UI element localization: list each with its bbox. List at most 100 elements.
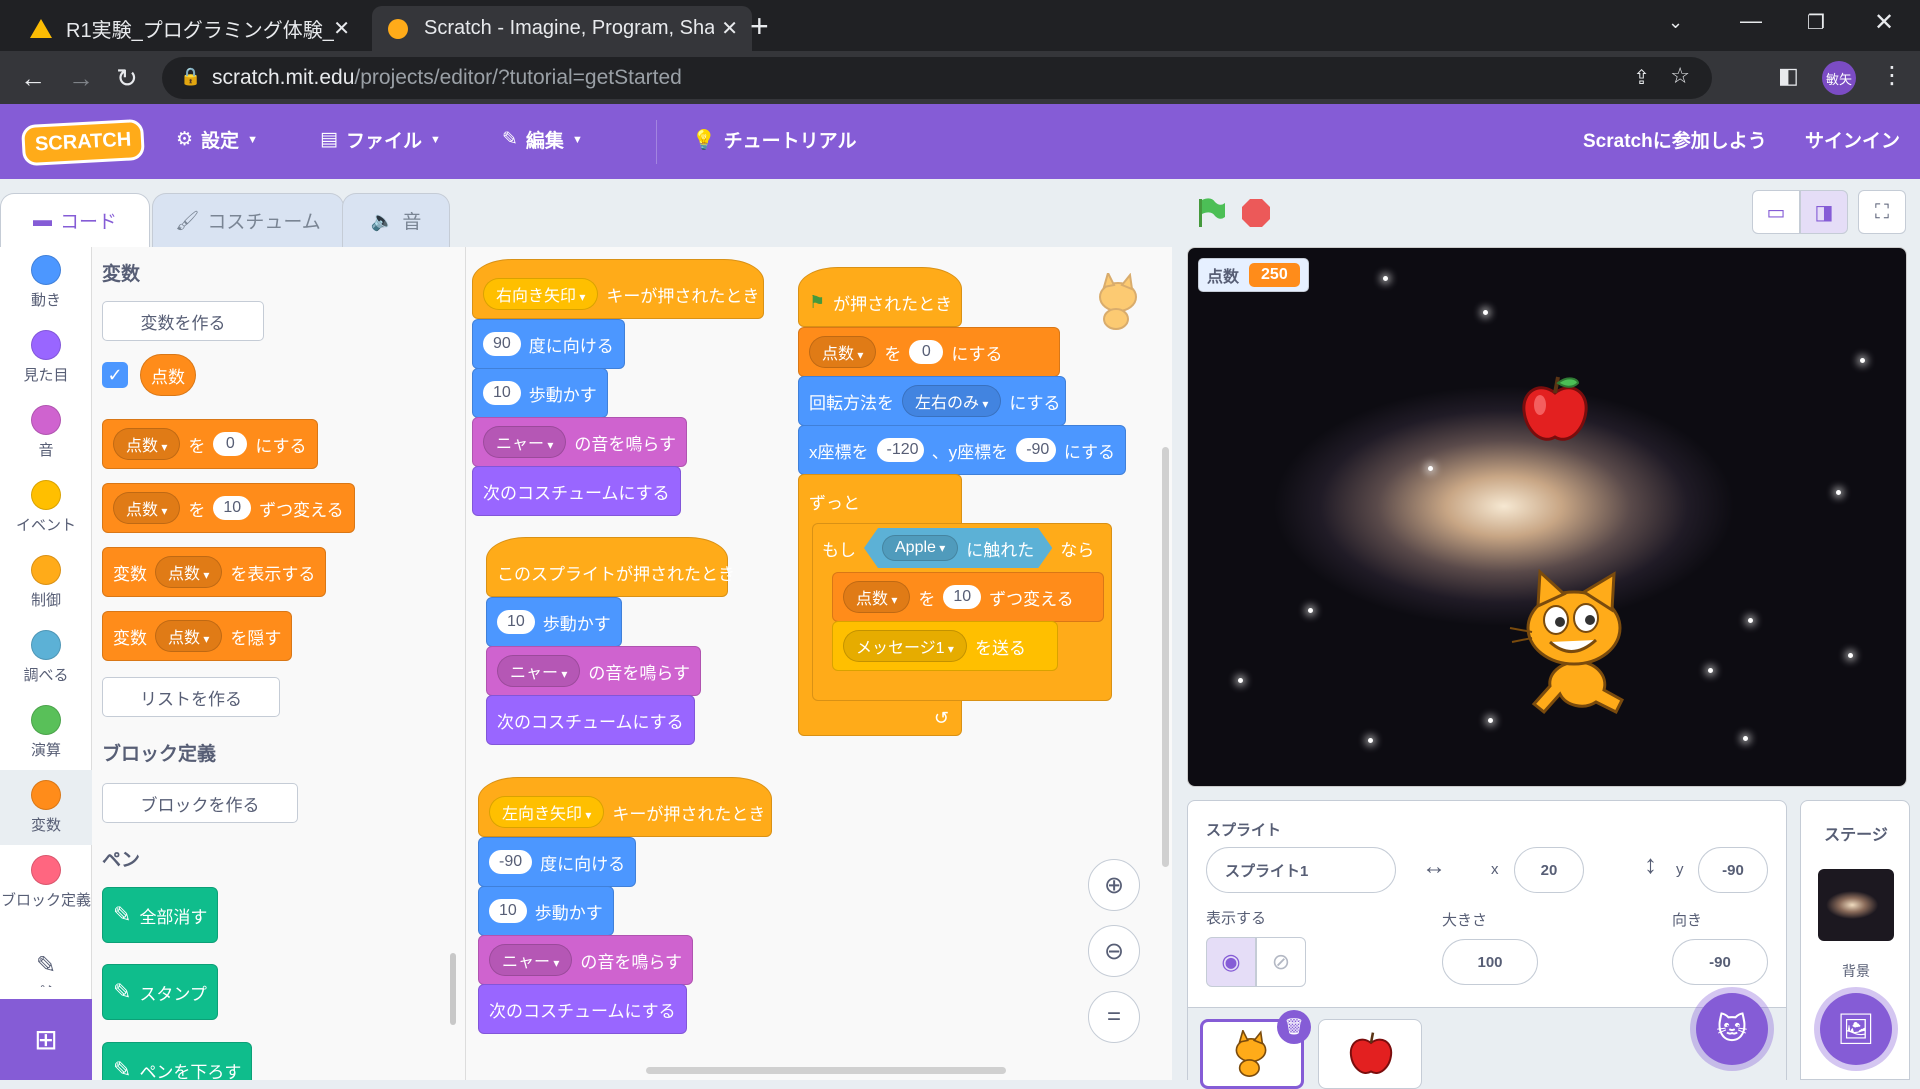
category-events[interactable]: イベント — [0, 480, 92, 535]
category-looks[interactable]: 見た目 — [0, 330, 92, 385]
tab-costumes[interactable]: 🖌 コスチューム — [152, 193, 344, 247]
category-motion[interactable]: 動き — [0, 255, 92, 310]
workspace-hscrollbar[interactable] — [646, 1067, 1006, 1074]
close-window-icon[interactable]: ✕ — [1874, 8, 1894, 37]
size-field[interactable]: 100 — [1442, 939, 1538, 985]
add-backdrop-button[interactable]: 🖼 — [1820, 993, 1892, 1065]
side-panel-icon[interactable]: ◧ — [1778, 63, 1799, 89]
message-dropdown[interactable]: メッセージ1 — [843, 630, 967, 662]
restore-icon[interactable]: ❐ — [1807, 10, 1825, 35]
palette-scrollbar[interactable] — [450, 953, 456, 1025]
touching-block[interactable]: Apple に触れた — [864, 528, 1052, 568]
category-sound[interactable]: 音 — [0, 405, 92, 460]
backdrop-thumbnail[interactable] — [1818, 869, 1894, 941]
small-stage-button[interactable]: ▭ — [1752, 190, 1800, 234]
apple-sprite[interactable] — [1518, 373, 1592, 447]
make-list-button[interactable]: リストを作る — [102, 677, 280, 717]
value-input[interactable]: 90 — [483, 332, 521, 356]
normal-stage-button[interactable]: ◨ — [1800, 190, 1848, 234]
zoom-out-button[interactable]: ⊖ — [1088, 925, 1140, 977]
play-sound-block[interactable]: ニャーの音を鳴らす — [478, 935, 694, 985]
tab-sounds[interactable]: 🔈 音 — [342, 193, 450, 247]
new-tab-button[interactable]: + — [750, 8, 769, 45]
close-tab-icon[interactable]: ✕ — [333, 16, 350, 41]
tab-search-icon[interactable]: ⌄ — [1668, 12, 1683, 33]
zoom-in-button[interactable]: ⊕ — [1088, 859, 1140, 911]
sound-dropdown[interactable]: ニャー — [489, 944, 573, 976]
forward-icon[interactable]: → — [68, 63, 94, 94]
value-input[interactable]: 10 — [943, 585, 982, 609]
x-input[interactable]: -120 — [876, 438, 924, 462]
browser-menu-icon[interactable]: ⋮ — [1880, 61, 1904, 90]
tab-code[interactable]: ▬ コード — [0, 193, 150, 247]
change-variable-block[interactable]: 点数 を 10 ずつ変える — [832, 572, 1104, 622]
show-variable-block[interactable]: 変数 点数 を表示する — [102, 547, 327, 597]
variable-checkbox[interactable]: ✓ — [102, 362, 128, 388]
green-flag-hat-block[interactable]: ⚑ が押されたとき — [798, 267, 962, 327]
set-variable-block[interactable]: 点数 を 0 にする — [798, 327, 1060, 377]
bookmark-star-icon[interactable]: ☆ — [1670, 63, 1690, 89]
sign-in-link[interactable]: サインイン — [1805, 126, 1900, 153]
stop-button[interactable] — [1240, 197, 1272, 229]
sound-dropdown[interactable]: ニャー — [497, 655, 581, 687]
share-icon[interactable]: ⇪ — [1633, 65, 1650, 90]
zoom-reset-button[interactable]: = — [1088, 991, 1140, 1043]
move-steps-block[interactable]: 10 歩動かす — [486, 597, 622, 647]
join-scratch-link[interactable]: Scratchに参加しよう — [1583, 126, 1767, 153]
point-direction-block[interactable]: -90 度に向ける — [478, 837, 637, 887]
rotation-dropdown[interactable]: 左右のみ — [902, 385, 1002, 417]
green-flag-button[interactable] — [1193, 195, 1227, 229]
scratch-logo[interactable]: SCRATCH — [21, 118, 146, 167]
move-steps-block[interactable]: 10 歩動かす — [472, 368, 608, 418]
value-input[interactable]: 10 — [489, 899, 527, 923]
variable-dropdown[interactable]: 点数 — [843, 581, 911, 613]
tutorial-menu[interactable]: 💡 チュートリアル — [692, 126, 856, 153]
move-steps-block[interactable]: 10 歩動かす — [478, 886, 614, 936]
broadcast-block[interactable]: メッセージ1 を送る — [832, 621, 1058, 671]
sound-dropdown[interactable]: ニャー — [483, 426, 567, 458]
code-workspace[interactable]: 右向き矢印 キーが押されたとき 90度に向ける 10歩動かす ニャーの音を鳴らす… — [466, 247, 1172, 1080]
sprite-name-field[interactable]: スプライト1 — [1206, 847, 1396, 893]
add-extension-button[interactable]: ⊞ — [0, 999, 92, 1080]
minimize-icon[interactable]: — — [1740, 8, 1762, 34]
settings-menu[interactable]: ⚙ 設定 ▼ — [176, 126, 258, 153]
direction-field[interactable]: -90 — [1672, 939, 1768, 985]
variable-dropdown[interactable]: 点数 — [113, 428, 181, 460]
value-input[interactable]: 10 — [213, 496, 252, 520]
category-operators[interactable]: 演算 — [0, 705, 92, 760]
key-dropdown[interactable]: 右向き矢印 — [483, 278, 599, 310]
sprite-thumb-cat[interactable]: 🗑 — [1200, 1010, 1311, 1089]
go-to-xy-block[interactable]: x座標を -120 、y座標を -90 にする — [798, 425, 1126, 475]
fullscreen-button[interactable]: ⛶ — [1858, 190, 1906, 234]
browser-tab-scratch[interactable]: Scratch - Imagine, Program, Shar ✕ — [372, 6, 752, 51]
value-input[interactable]: 0 — [909, 340, 944, 364]
next-costume-block[interactable]: 次のコスチュームにする — [472, 466, 681, 516]
x-field[interactable]: 20 — [1514, 847, 1584, 893]
y-input[interactable]: -90 — [1016, 438, 1056, 462]
close-tab-icon[interactable]: ✕ — [721, 16, 738, 41]
category-variables[interactable]: 変数 — [0, 770, 92, 845]
pen-down-block[interactable]: ✎ ペンを下ろす — [102, 1042, 253, 1080]
value-input[interactable]: 10 — [497, 610, 535, 634]
hide-button[interactable]: ⊘ — [1256, 937, 1306, 987]
value-input[interactable]: 10 — [483, 381, 521, 405]
sprite-dropdown[interactable]: Apple — [882, 535, 958, 561]
variable-dropdown[interactable]: 点数 — [155, 556, 223, 588]
profile-avatar[interactable]: 敏矢 — [1822, 61, 1856, 95]
variable-dropdown[interactable]: 点数 — [809, 336, 877, 368]
show-button[interactable]: ◉ — [1206, 937, 1256, 987]
variable-dropdown[interactable]: 点数 — [113, 492, 181, 524]
make-variable-button[interactable]: 変数を作る — [102, 301, 264, 341]
sprite-clicked-hat-block[interactable]: このスプライトが押されたとき — [486, 537, 735, 597]
cat-sprite[interactable] — [1504, 566, 1640, 718]
play-sound-block[interactable]: ニャーの音を鳴らす — [486, 646, 702, 696]
edit-menu[interactable]: ✎ 編集 ▼ — [502, 126, 583, 153]
category-myblocks[interactable]: ブロック定義 — [0, 855, 92, 910]
play-sound-block[interactable]: ニャーの音を鳴らす — [472, 417, 688, 467]
key-dropdown[interactable]: 左向き矢印 — [489, 796, 605, 828]
category-sensing[interactable]: 調べる — [0, 630, 92, 685]
rotation-style-block[interactable]: 回転方法を 左右のみ にする — [798, 376, 1066, 426]
key-pressed-hat-block[interactable]: 右向き矢印 キーが押されたとき — [472, 259, 764, 319]
workspace-vscrollbar[interactable] — [1162, 447, 1169, 867]
back-icon[interactable]: ← — [20, 63, 46, 94]
